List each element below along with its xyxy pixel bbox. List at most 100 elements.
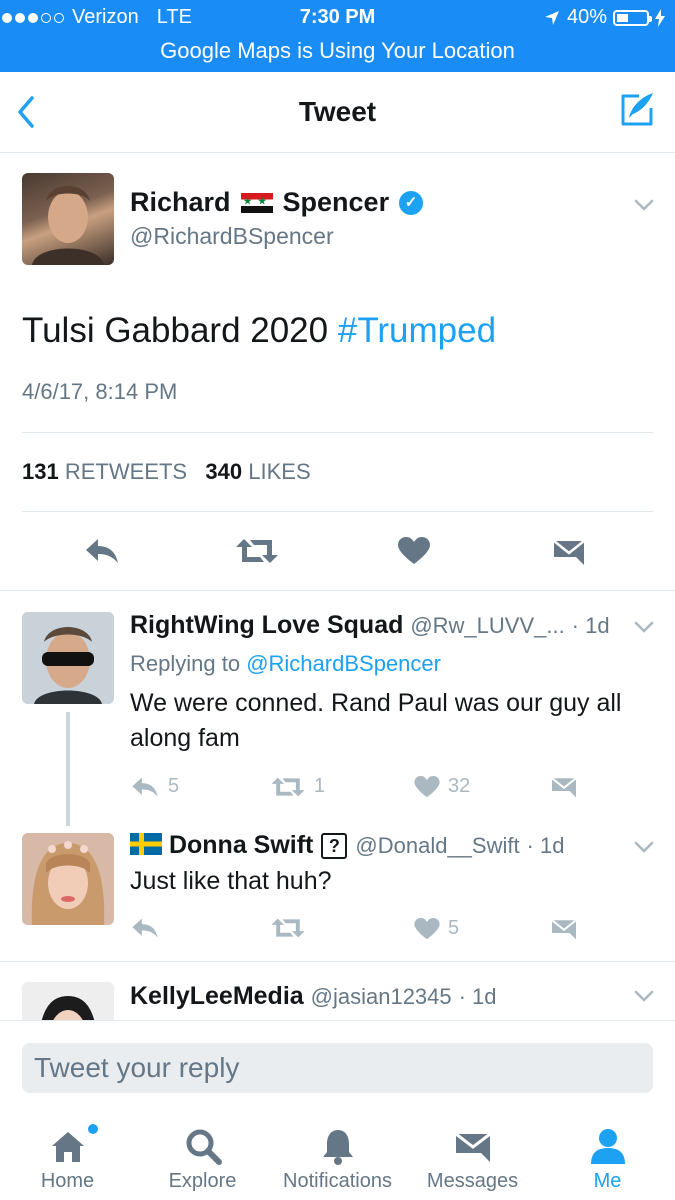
tab-label: Notifications xyxy=(283,1170,392,1192)
heart-icon[interactable] xyxy=(398,537,430,565)
reply-tweet[interactable]: RightWing Love Squad @Rw_LUVV_... · 1d R… xyxy=(0,591,675,821)
reply-count: 5 xyxy=(168,775,180,797)
reply-time: · 1d xyxy=(526,833,565,858)
reply-header: Donna Swift? @Donald__Swift · 1d xyxy=(130,831,564,860)
replying-to-label: Replying to xyxy=(130,651,241,676)
avatar[interactable] xyxy=(22,173,114,265)
tab-home[interactable]: Home xyxy=(0,1110,135,1200)
like-count: 5 xyxy=(448,917,460,939)
syria-flag-icon xyxy=(240,192,273,213)
tab-bar: Home Explore Notifications Messages Me xyxy=(0,1110,675,1200)
divider xyxy=(22,432,653,433)
reply-icon[interactable] xyxy=(130,917,160,939)
reply-action[interactable] xyxy=(130,917,168,939)
unknown-character-icon: ? xyxy=(321,833,348,860)
hashtag-link[interactable]: #Trumped xyxy=(338,311,496,350)
retweet-count[interactable]: 131 xyxy=(22,459,59,484)
like-count[interactable]: 340 xyxy=(205,459,242,484)
mention-link[interactable]: @RichardBSpencer xyxy=(246,651,441,676)
reply-time: · 1d xyxy=(571,613,610,638)
direct-message-icon[interactable] xyxy=(552,537,586,567)
like-action[interactable]: 32 xyxy=(414,775,470,798)
tab-explore[interactable]: Explore xyxy=(135,1110,270,1200)
reply-text: We were conned. Rand Paul was our guy al… xyxy=(130,689,622,752)
verified-badge-icon: ✓ xyxy=(399,190,424,215)
retweet-action[interactable]: 1 xyxy=(270,775,325,798)
location-arrow-icon xyxy=(544,10,559,25)
direct-message-icon[interactable] xyxy=(550,917,578,941)
reply-author-name[interactable]: RightWing Love Squad xyxy=(130,611,403,639)
new-content-dot xyxy=(88,1124,98,1134)
tweet-stats: 131 RETWEETS 340 LIKES xyxy=(22,459,311,485)
location-banner[interactable]: Google Maps is Using Your Location xyxy=(0,38,675,64)
retweet-icon[interactable] xyxy=(270,776,306,798)
avatar[interactable] xyxy=(22,612,114,704)
reply-composer xyxy=(0,1020,675,1111)
sweden-flag-icon xyxy=(130,833,162,855)
tweet-body: Tulsi Gabbard 2020 xyxy=(22,311,329,350)
battery-icon xyxy=(613,9,652,26)
bell-icon xyxy=(322,1130,353,1165)
reply-author-handle[interactable]: @Rw_LUVV_... xyxy=(410,613,564,638)
avatar[interactable] xyxy=(22,982,114,1020)
divider xyxy=(22,511,653,512)
tweet-timestamp: 4/6/17, 8:14 PM xyxy=(22,379,178,404)
retweet-action[interactable] xyxy=(270,917,314,939)
chevron-down-icon[interactable] xyxy=(634,990,654,1002)
battery-percent: 40% xyxy=(566,6,607,28)
author-handle[interactable]: @RichardBSpencer xyxy=(130,223,334,250)
likes-label[interactable]: LIKES xyxy=(248,459,310,484)
reply-author-handle[interactable]: @Donald__Swift xyxy=(355,833,519,858)
reply-actions: 5 1 32 xyxy=(130,775,590,805)
retweet-icon[interactable] xyxy=(270,917,306,939)
author-last-name: Spencer xyxy=(282,187,390,217)
reply-time: · 1d xyxy=(458,984,497,1009)
reply-header: RightWing Love Squad @Rw_LUVV_... · 1d xyxy=(130,611,610,640)
reply-input[interactable] xyxy=(22,1043,653,1093)
like-count: 32 xyxy=(448,775,471,797)
charging-bolt-icon xyxy=(655,8,665,27)
tab-messages[interactable]: Messages xyxy=(405,1110,540,1200)
reply-icon[interactable] xyxy=(84,537,120,565)
nav-bar: Tweet xyxy=(0,72,675,153)
author-name[interactable]: Richard Spencer ✓ xyxy=(130,187,424,218)
reply-author-name[interactable]: KellyLeeMedia xyxy=(130,982,304,1010)
tab-label: Explore xyxy=(168,1170,237,1192)
retweet-count: 1 xyxy=(314,775,326,797)
reply-actions: 5 xyxy=(130,917,590,947)
author-first-name: Richard xyxy=(130,187,231,217)
search-icon xyxy=(186,1129,222,1165)
direct-message-icon[interactable] xyxy=(550,775,578,799)
tab-me[interactable]: Me xyxy=(540,1110,675,1200)
chevron-down-icon[interactable] xyxy=(634,199,654,211)
reply-author-name[interactable]: Donna Swift xyxy=(169,831,313,859)
envelope-icon xyxy=(454,1132,491,1162)
avatar[interactable] xyxy=(22,833,114,925)
tab-notifications[interactable]: Notifications xyxy=(270,1110,405,1200)
person-icon xyxy=(590,1129,625,1164)
heart-icon[interactable] xyxy=(414,775,440,798)
chevron-down-icon[interactable] xyxy=(634,841,654,853)
like-action[interactable]: 5 xyxy=(414,917,459,940)
tab-label: Home xyxy=(40,1170,95,1192)
retweet-icon[interactable] xyxy=(236,537,278,565)
page-title: Tweet xyxy=(298,96,377,127)
reply-tweet[interactable]: KellyLeeMedia @jasian12345 · 1d xyxy=(0,962,675,1020)
status-bar: Verizon LTE 7:30 PM 40% Google Maps is U… xyxy=(0,0,675,72)
reply-author-handle[interactable]: @jasian12345 xyxy=(311,984,452,1009)
replying-to: Replying to @RichardBSpencer xyxy=(130,651,441,677)
home-icon xyxy=(51,1132,84,1162)
compose-tweet-icon[interactable] xyxy=(617,90,657,130)
chevron-down-icon[interactable] xyxy=(634,621,654,633)
heart-icon[interactable] xyxy=(414,917,440,940)
tab-label: Me xyxy=(593,1170,622,1192)
reply-icon[interactable] xyxy=(130,776,160,798)
retweets-label[interactable]: RETWEETS xyxy=(65,459,187,484)
reply-tweet[interactable]: Donna Swift? @Donald__Swift · 1d Just lik… xyxy=(0,821,675,961)
reply-header: KellyLeeMedia @jasian12345 · 1d xyxy=(130,982,497,1011)
tweet-text: Tulsi Gabbard 2020 #Trumped xyxy=(22,311,496,351)
reply-text: Just like that huh? xyxy=(130,867,332,895)
main-tweet: Richard Spencer ✓ @RichardBSpencer Tulsi… xyxy=(0,153,675,591)
reply-action[interactable]: 5 xyxy=(130,775,179,798)
tab-label: Messages xyxy=(426,1170,519,1192)
